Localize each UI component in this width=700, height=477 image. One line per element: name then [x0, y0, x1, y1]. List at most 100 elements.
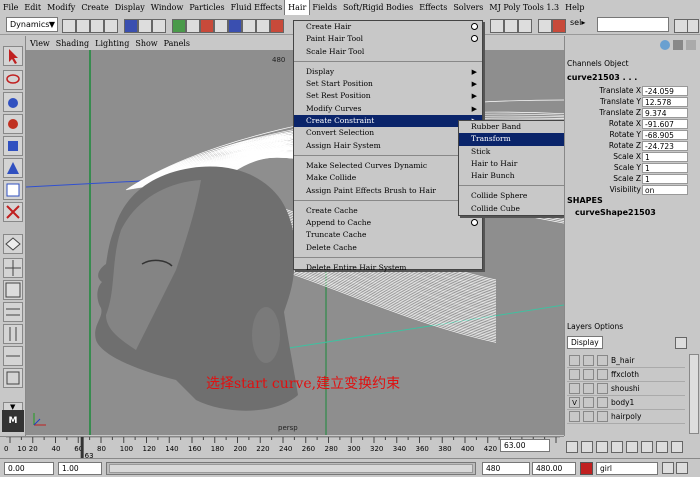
layer-color-swatch[interactable] [597, 411, 608, 422]
layout-icon[interactable] [3, 346, 23, 366]
option-box-icon[interactable] [471, 23, 478, 30]
tool-settings-icon[interactable] [673, 40, 683, 50]
menu-item-scale-hair-tool[interactable]: Scale Hair Tool [294, 46, 482, 58]
attribute-editor-icon[interactable] [687, 19, 699, 33]
menu-item-rubber-band[interactable]: Rubber Band [459, 121, 565, 133]
step-forward-key-icon[interactable] [641, 441, 653, 453]
history-icon[interactable] [538, 19, 552, 33]
mask-icon[interactable] [242, 19, 256, 33]
channel-name[interactable]: Rotate Z [609, 141, 641, 150]
channel-name[interactable]: Translate Z [599, 108, 641, 117]
menu-help[interactable]: Help [562, 0, 587, 15]
select-hierarchy-icon[interactable] [124, 19, 138, 33]
play-forward-icon[interactable] [626, 441, 638, 453]
menu-fluid-effects[interactable]: Fluid Effects [228, 0, 286, 15]
layout-toggle-icon[interactable] [686, 40, 696, 50]
mask-icon[interactable] [228, 19, 242, 33]
channel-name[interactable]: Scale Y [614, 163, 641, 172]
character-field[interactable]: girl [596, 462, 658, 475]
go-to-end-icon[interactable] [671, 441, 683, 453]
menu-item-assign-hair-system[interactable]: Assign Hair System▶ [294, 140, 482, 152]
viewport-menu-show[interactable]: Show [135, 39, 157, 48]
menu-file[interactable]: File [0, 0, 21, 15]
layer-row[interactable]: shoushi [567, 382, 685, 396]
soft-mod-tool-icon[interactable] [3, 202, 23, 222]
menu-item-create-constraint[interactable]: Create Constraint▶ [294, 115, 482, 128]
mask-icon[interactable] [270, 19, 284, 33]
options-menu-item[interactable]: Options [594, 322, 623, 331]
option-box-icon[interactable] [471, 219, 478, 227]
save-scene-icon[interactable] [104, 19, 118, 33]
menu-item-display[interactable]: Display ▶ [294, 66, 482, 78]
step-forward-icon[interactable] [656, 441, 668, 453]
channel-name[interactable]: Translate X [599, 86, 641, 95]
menu-item-hair-bunch[interactable]: Hair Bunch [459, 170, 565, 182]
menu-item-transform[interactable]: Transform [459, 133, 565, 146]
layer-type-toggle[interactable] [583, 369, 594, 380]
layer-type-toggle[interactable] [583, 397, 594, 408]
range-slider-handle[interactable] [109, 464, 473, 473]
select-component-icon[interactable] [152, 19, 166, 33]
channel-value-field[interactable]: 1 [642, 174, 688, 184]
four-view-icon[interactable] [3, 258, 23, 278]
viewport-menu-panels[interactable]: Panels [164, 39, 190, 48]
layout-icon[interactable] [3, 280, 23, 300]
layer-type-toggle[interactable] [583, 355, 594, 366]
layer-row[interactable]: Vbody1 [567, 396, 685, 410]
layer-visibility-toggle[interactable] [569, 411, 580, 422]
go-to-start-icon[interactable] [566, 441, 578, 453]
open-scene-icon[interactable] [90, 19, 104, 33]
menu-item-convert-selection[interactable]: Convert Selection▶ [294, 127, 482, 139]
option-box-icon[interactable] [471, 35, 478, 43]
menu-display[interactable]: Display [112, 0, 148, 15]
channel-value-field[interactable]: -68.905 [642, 130, 688, 140]
layer-color-swatch[interactable] [597, 355, 608, 366]
menu-item-assign-paint-effects-brush-to-hair[interactable]: Assign Paint Effects Brush to Hair [294, 185, 482, 197]
menu-create[interactable]: Create [78, 0, 111, 15]
menu-edit[interactable]: Edit [21, 0, 44, 15]
hide-show-icon[interactable] [62, 19, 76, 33]
mask-icon[interactable] [172, 19, 186, 33]
manipulator-tool-icon[interactable] [3, 180, 23, 200]
paint-select-tool-icon[interactable] [3, 92, 23, 112]
step-back-icon[interactable] [581, 441, 593, 453]
menu-window[interactable]: Window [148, 0, 187, 15]
menu-item-delete-entire-hair-system[interactable]: Delete Entire Hair System [294, 262, 482, 274]
snap-point-icon[interactable] [518, 19, 532, 33]
channel-value-field[interactable]: 12.578 [642, 97, 688, 107]
character-set-icon[interactable] [580, 462, 593, 475]
quick-select-field[interactable] [597, 17, 669, 32]
layer-visibility-toggle[interactable] [569, 369, 580, 380]
menu-effects[interactable]: Effects [416, 0, 450, 15]
move-tool-icon[interactable] [3, 114, 23, 134]
menu-item-truncate-cache[interactable]: Truncate Cache [294, 229, 482, 241]
channel-value-field[interactable]: 1 [642, 163, 688, 173]
tab-object[interactable]: Object [604, 59, 628, 68]
channel-name[interactable]: Scale X [613, 152, 641, 161]
menu-item-create-cache[interactable]: Create Cache [294, 205, 482, 217]
menu-item-delete-cache[interactable]: Delete Cache [294, 242, 482, 254]
channel-box-toggle-icon[interactable] [674, 19, 688, 33]
layer-visibility-toggle[interactable] [569, 355, 580, 366]
channel-value-field[interactable]: -24.059 [642, 86, 688, 96]
menu-solvers[interactable]: Solvers [450, 0, 486, 15]
auto-key-icon[interactable] [662, 462, 674, 474]
layers-scrollbar[interactable] [689, 354, 699, 434]
layer-color-swatch[interactable] [597, 397, 608, 408]
current-time-field[interactable]: 63.00 [500, 439, 550, 452]
menu-item-hair-to-hair[interactable]: Hair to Hair [459, 158, 565, 170]
channel-name[interactable]: Translate Y [600, 97, 641, 106]
new-scene-icon[interactable] [76, 19, 90, 33]
mask-icon[interactable] [256, 19, 270, 33]
range-end-field[interactable]: 480 [482, 462, 530, 475]
channel-value-field[interactable]: 9.374 [642, 108, 688, 118]
menu-item-modify-curves[interactable]: Modify Curves ▶ [294, 103, 482, 115]
range-slider-bar[interactable] [106, 462, 476, 475]
play-backward-icon[interactable] [611, 441, 623, 453]
menu-item-paint-hair-tool[interactable]: Paint Hair Tool [294, 33, 482, 45]
channel-value-field[interactable]: -91.607 [642, 119, 688, 129]
tab-channels[interactable]: Channels [567, 59, 602, 68]
step-back-key-icon[interactable] [596, 441, 608, 453]
rotate-tool-icon[interactable] [3, 136, 23, 156]
menu-modify[interactable]: Modify [44, 0, 78, 15]
